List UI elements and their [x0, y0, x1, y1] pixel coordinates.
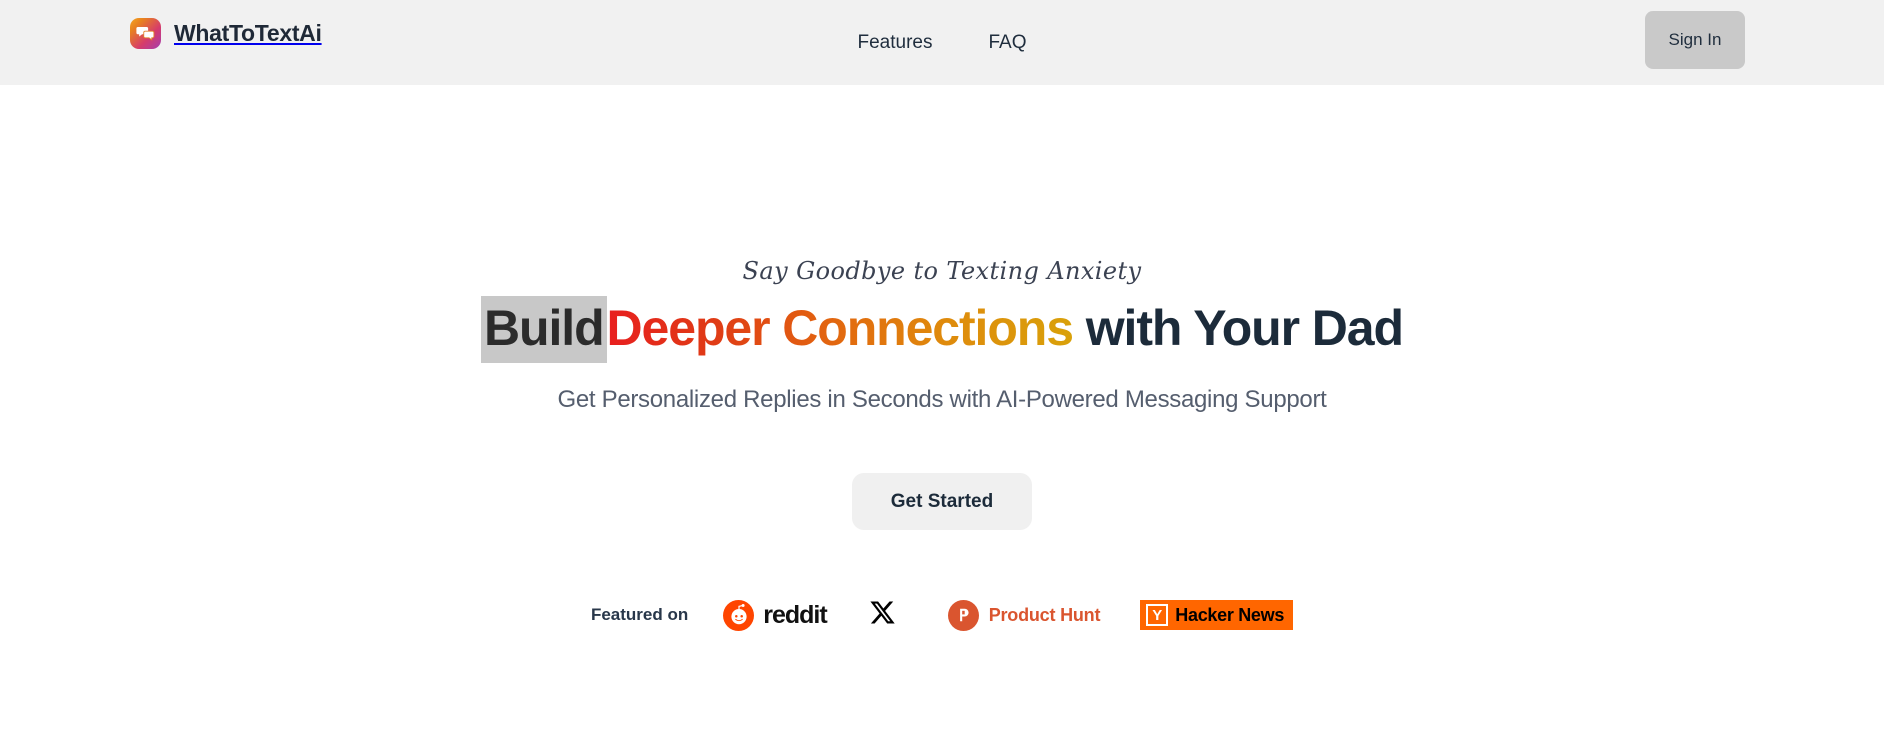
cta-wrapper: Get Started	[0, 473, 1884, 530]
featured-on-row: Featured on reddit Product Hunt Y Hacker…	[0, 599, 1884, 631]
featured-logo-product-hunt[interactable]: Product Hunt	[947, 599, 1101, 631]
product-hunt-wordmark: Product Hunt	[988, 604, 1101, 625]
main-nav: Features FAQ	[858, 0, 1027, 85]
hero-subtitle: Get Personalized Replies in Seconds with…	[557, 386, 1327, 413]
featured-on-label: Featured on	[590, 605, 689, 624]
hero-section: Say Goodbye to Texting Anxiety BuildDeep…	[0, 85, 1884, 631]
sign-in-button[interactable]: Sign In	[1645, 11, 1745, 69]
reddit-wordmark: reddit	[763, 600, 827, 629]
hacker-news-wordmark: Hacker News	[1175, 604, 1285, 625]
product-hunt-icon	[947, 599, 979, 631]
featured-logo-reddit[interactable]: reddit	[723, 599, 828, 631]
x-icon	[869, 599, 896, 631]
get-started-button[interactable]: Get Started	[852, 473, 1032, 530]
nav-item-faq[interactable]: FAQ	[988, 32, 1026, 54]
featured-logo-hacker-news[interactable]: Y Hacker News	[1140, 600, 1294, 630]
title-highlight-word: Build	[481, 296, 607, 363]
nav-item-features[interactable]: Features	[858, 32, 933, 54]
site-header: WhatToTextAi Features FAQ Sign In	[0, 0, 1884, 85]
chat-bubbles-icon	[130, 18, 161, 49]
title-tail-words: with Your Dad	[1085, 300, 1404, 356]
page-title: BuildDeeper Connections with Your Dad	[0, 296, 1884, 363]
hacker-news-icon: Y	[1146, 604, 1169, 626]
title-gradient-words: Deeper Connections	[606, 300, 1075, 356]
hero-eyebrow: Say Goodbye to Texting Anxiety	[742, 257, 1142, 285]
reddit-icon	[723, 599, 755, 631]
brand-logo-link[interactable]: WhatToTextAi	[130, 18, 322, 49]
featured-logo-x[interactable]	[869, 599, 896, 631]
brand-name: WhatToTextAi	[174, 20, 322, 46]
